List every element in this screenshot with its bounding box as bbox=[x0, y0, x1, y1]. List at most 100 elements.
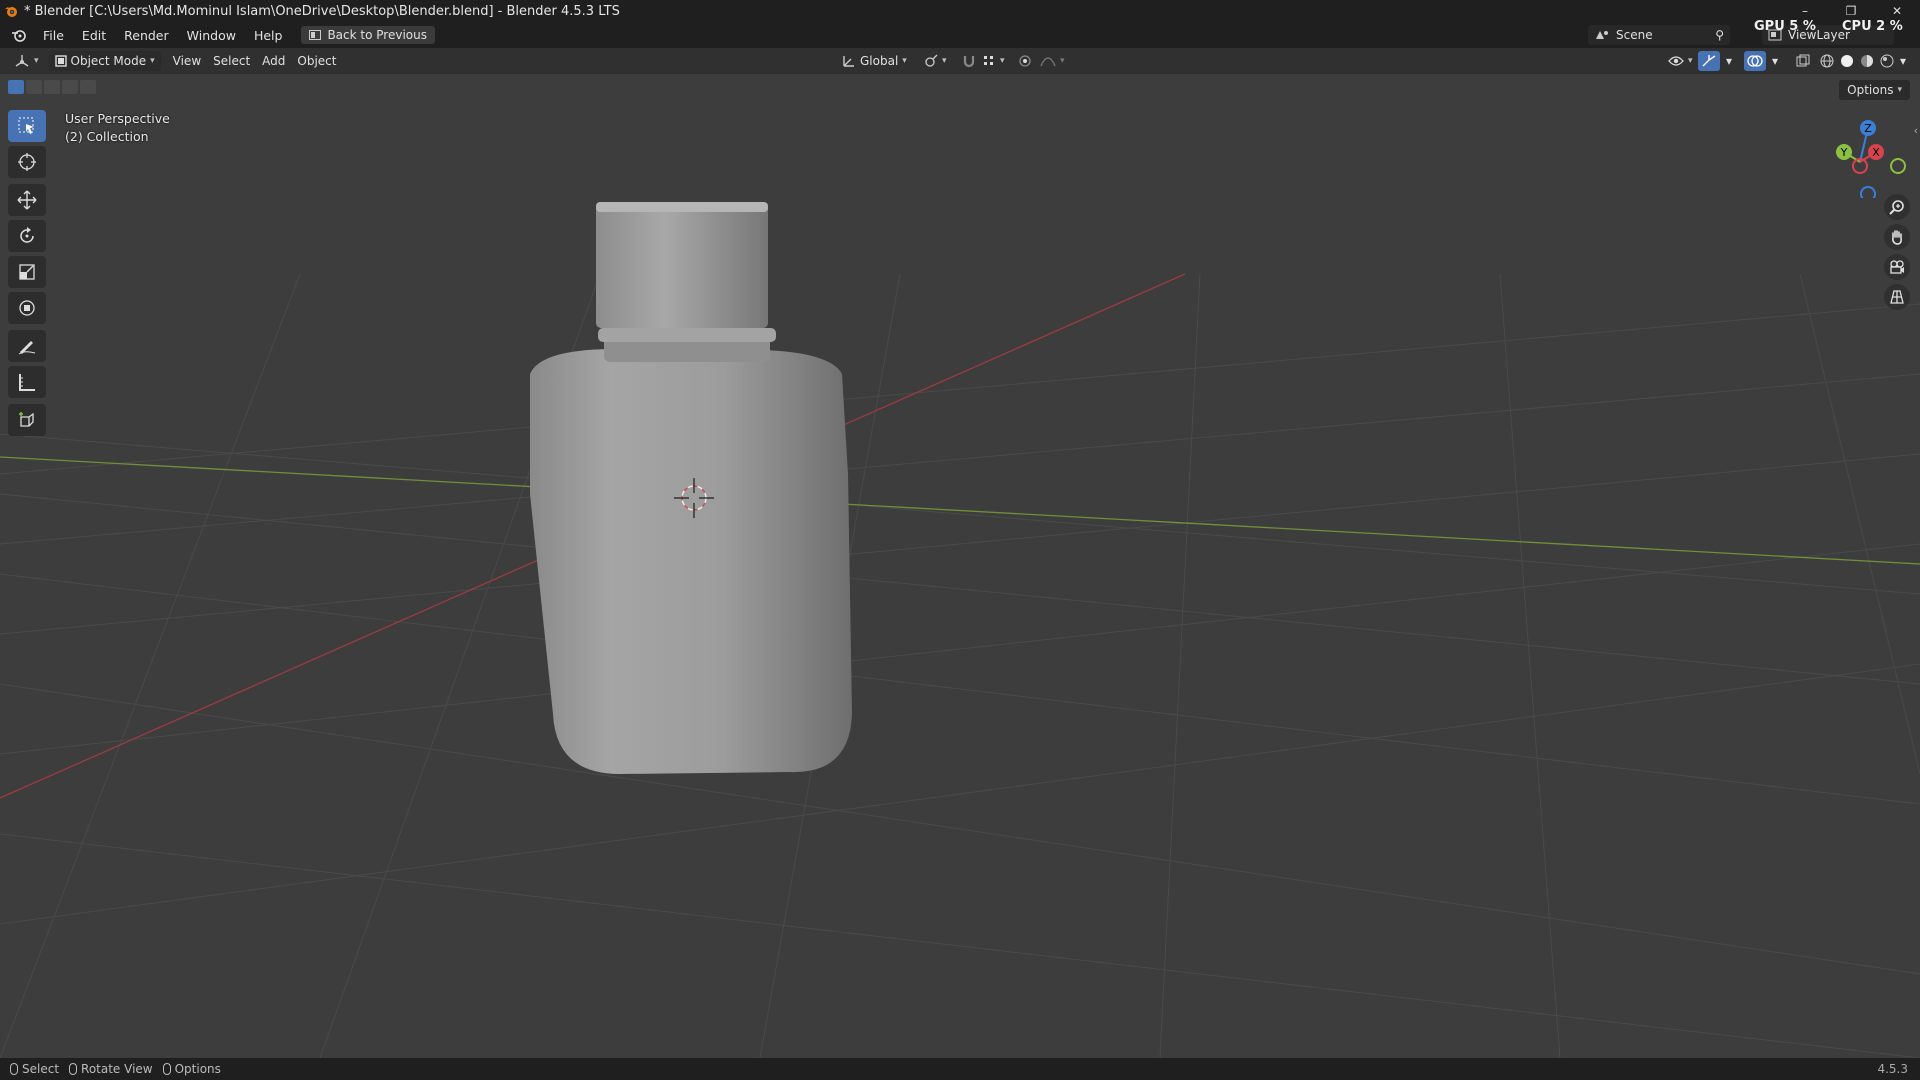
proportional-editing-icon bbox=[1019, 55, 1031, 67]
status-rotate-hint: Rotate View bbox=[69, 1062, 153, 1076]
overlays-toggle[interactable] bbox=[1744, 51, 1766, 71]
select-extend-button[interactable] bbox=[26, 80, 42, 94]
rendered-sphere-icon bbox=[1880, 54, 1894, 68]
bottle-mesh bbox=[530, 202, 852, 774]
back-icon bbox=[309, 30, 322, 40]
select-box-tool[interactable] bbox=[8, 110, 46, 142]
editor-type-button[interactable]: ▾ bbox=[8, 51, 45, 71]
viewport-header: ▾ Object Mode ▾ View Select Add Object G… bbox=[0, 48, 1920, 74]
gizmo-y-label: Y bbox=[1840, 146, 1848, 159]
pencil-icon bbox=[18, 341, 36, 355]
pin-icon[interactable]: ⚲ bbox=[1715, 28, 1724, 42]
pan-view-button[interactable] bbox=[1884, 224, 1910, 250]
shading-options-dropdown[interactable]: ▾ bbox=[1894, 51, 1912, 71]
orientation-axes-icon bbox=[843, 56, 854, 67]
scale-tool[interactable] bbox=[8, 256, 46, 288]
mode-dropdown[interactable]: Object Mode ▾ bbox=[48, 51, 161, 71]
menu-edit[interactable]: Edit bbox=[73, 28, 115, 43]
visibility-dropdown[interactable]: ▾ bbox=[1662, 51, 1699, 71]
snap-grid-icon bbox=[984, 56, 993, 65]
gizmo-neg-z bbox=[1860, 186, 1876, 198]
viewport-info: User Perspective (2) Collection bbox=[65, 110, 170, 146]
camera-icon bbox=[1890, 260, 1904, 274]
header-menu-object[interactable]: Object bbox=[291, 51, 342, 71]
select-subtract-button[interactable] bbox=[44, 80, 60, 94]
3d-viewport[interactable]: Z Y X bbox=[0, 74, 1920, 1058]
snap-target-dropdown[interactable]: ▾ bbox=[976, 51, 1011, 71]
xray-toggle[interactable] bbox=[1790, 51, 1816, 71]
menu-window[interactable]: Window bbox=[178, 28, 245, 43]
chevron-down-icon: ▾ bbox=[1688, 56, 1693, 66]
menu-help[interactable]: Help bbox=[245, 28, 292, 43]
transform-tool[interactable] bbox=[8, 292, 46, 324]
mouse-right-icon bbox=[162, 1063, 171, 1075]
navigation-gizmo[interactable]: Z Y X bbox=[1820, 108, 1910, 198]
status-select-hint: Select bbox=[10, 1062, 59, 1076]
gizmo-icon bbox=[1702, 55, 1716, 67]
rotate-tool[interactable] bbox=[8, 220, 46, 252]
status-options-hint: Options bbox=[162, 1062, 221, 1076]
gizmo-toggle[interactable] bbox=[1698, 51, 1720, 71]
transform-orientation-dropdown[interactable]: Global ▾ bbox=[836, 51, 913, 71]
overlays-options-dropdown[interactable]: ▾ bbox=[1766, 51, 1784, 71]
header-menu-view[interactable]: View bbox=[167, 51, 207, 71]
sidebar-toggle-icon[interactable]: ‹ bbox=[1914, 124, 1918, 137]
select-intersect-button[interactable] bbox=[80, 80, 96, 94]
select-new-button[interactable] bbox=[8, 80, 24, 94]
header-menu-select[interactable]: Select bbox=[207, 51, 256, 71]
pivot-icon bbox=[925, 54, 938, 67]
magnet-icon bbox=[963, 56, 975, 68]
perspective-toggle-button[interactable] bbox=[1884, 284, 1910, 310]
camera-view-button[interactable] bbox=[1884, 254, 1910, 280]
menu-render[interactable]: Render bbox=[115, 28, 178, 43]
mode-label: Object Mode bbox=[70, 54, 147, 68]
status-options-label: Options bbox=[174, 1062, 221, 1076]
zoom-view-button[interactable] bbox=[1884, 194, 1910, 220]
tool-shelf bbox=[8, 110, 48, 440]
material-sphere-icon bbox=[1861, 55, 1873, 67]
chevron-down-icon: ▾ bbox=[150, 56, 155, 66]
orientation-label: Global bbox=[860, 54, 899, 68]
menu-file[interactable]: File bbox=[34, 28, 73, 43]
gizmo-z-label: Z bbox=[1864, 122, 1872, 135]
back-to-previous-label: Back to Previous bbox=[327, 28, 427, 42]
wireframe-sphere-icon bbox=[1820, 54, 1834, 68]
transform-icon bbox=[19, 300, 35, 316]
header-menu-add[interactable]: Add bbox=[256, 51, 291, 71]
eye-icon bbox=[1668, 56, 1684, 66]
pivot-point-dropdown[interactable]: ▾ bbox=[918, 51, 953, 71]
move-tool[interactable] bbox=[8, 184, 46, 216]
chevron-down-icon: ▾ bbox=[1897, 85, 1902, 95]
measure-tool[interactable] bbox=[8, 366, 46, 398]
hand-icon bbox=[1892, 230, 1902, 245]
xray-icon bbox=[1796, 54, 1810, 67]
mouse-left-icon bbox=[10, 1063, 18, 1075]
chevron-down-icon: ▾ bbox=[1000, 56, 1005, 66]
object-mode-icon bbox=[54, 55, 67, 67]
rotate-icon bbox=[20, 227, 34, 243]
scale-icon bbox=[19, 264, 35, 280]
falloff-curve-icon bbox=[1040, 57, 1056, 67]
ruler-icon bbox=[19, 374, 35, 391]
chevron-down-icon: ▾ bbox=[1060, 56, 1065, 66]
cursor-tool[interactable] bbox=[8, 146, 46, 178]
gizmo-options-dropdown[interactable]: ▾ bbox=[1720, 51, 1738, 71]
blender-menu-icon[interactable] bbox=[10, 28, 28, 42]
chevron-down-icon: ▾ bbox=[902, 56, 907, 66]
3d-viewport-icon bbox=[15, 55, 29, 67]
add-cube-icon bbox=[19, 412, 34, 427]
blender-logo-icon bbox=[5, 7, 17, 17]
falloff-dropdown[interactable]: ▾ bbox=[1034, 51, 1071, 71]
grid-perspective-icon bbox=[1890, 290, 1904, 304]
title-bar: * Blender [C:\Users\Md.Mominul Islam\One… bbox=[0, 0, 1920, 22]
viewport-scene bbox=[0, 202, 1920, 1058]
select-invert-button[interactable] bbox=[62, 80, 78, 94]
viewport-options-button[interactable]: Options ▾ bbox=[1839, 80, 1910, 100]
blender-version: 4.5.3 bbox=[1877, 1062, 1908, 1076]
scene-selector[interactable]: Scene ⚲ bbox=[1588, 25, 1730, 45]
chevron-down-icon: ▾ bbox=[34, 56, 39, 66]
annotate-tool[interactable] bbox=[8, 330, 46, 362]
back-to-previous-button[interactable]: Back to Previous bbox=[301, 26, 435, 44]
status-rotate-label: Rotate View bbox=[81, 1062, 153, 1076]
add-cube-tool[interactable] bbox=[8, 404, 46, 436]
